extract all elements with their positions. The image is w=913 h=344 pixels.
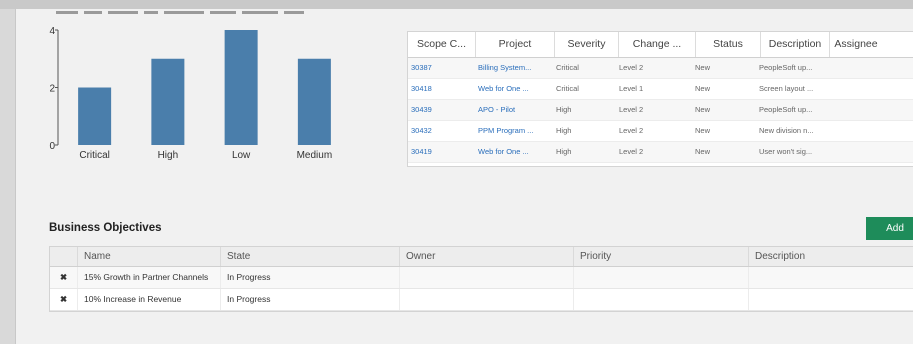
scope-row[interactable]: 30432 PPM Program ... High Level 2 New New di… — [408, 121, 913, 142]
clipped-heading — [56, 9, 326, 16]
severity-bar-chart: 0 2 4 Critical High Low Medium — [49, 27, 333, 161]
bar-high[interactable] — [151, 58, 185, 145]
column-header-description[interactable]: Description — [749, 247, 913, 266]
scope-cell: New division n... — [759, 126, 814, 135]
objective-name: 15% Growth in Partner Channels — [78, 267, 221, 288]
scope-cell-link[interactable]: 30418 — [408, 79, 475, 99]
scope-cell: High — [556, 126, 572, 135]
bar-low[interactable] — [224, 30, 258, 145]
scope-cell-link[interactable]: Billing System... — [475, 58, 553, 78]
scope-cell: High — [556, 105, 572, 114]
business-objectives-table: Name State Owner Priority Description ✖ … — [49, 246, 913, 312]
scope-column-header[interactable]: Description — [761, 32, 830, 57]
delete-icon[interactable]: ✖ — [50, 267, 78, 288]
scope-cell: New — [695, 63, 711, 72]
column-header-name[interactable]: Name — [78, 247, 221, 266]
scope-cell: Level 2 — [619, 147, 644, 156]
scope-cell: Screen layout ... — [759, 84, 814, 93]
bar-critical[interactable] — [78, 87, 112, 146]
scope-change-table: Scope C... Project Severity Change ... Statu… — [407, 31, 913, 167]
objective-priority — [574, 267, 749, 288]
scope-cell — [824, 121, 876, 141]
scope-cell — [824, 58, 876, 78]
scope-cell: Level 1 — [619, 84, 644, 93]
scope-cell: High — [556, 147, 572, 156]
scope-cell — [824, 79, 876, 99]
scope-row[interactable]: 30439 APO - Pilot High Level 2 New PeopleSoft… — [408, 100, 913, 121]
scope-column-header[interactable]: Status — [696, 32, 761, 57]
objective-row[interactable]: ✖ 10% Increase in Revenue In Progress — [50, 289, 913, 311]
scope-cell: Level 2 — [619, 63, 644, 72]
scope-cell-link[interactable]: Web for One ... — [475, 142, 553, 162]
objective-row[interactable]: ✖ 15% Growth in Partner Channels In Prog… — [50, 267, 913, 289]
scope-column-header[interactable]: Severity — [555, 32, 619, 57]
scope-cell: Level 2 — [619, 105, 644, 114]
scope-column-header[interactable]: Change ... — [619, 32, 696, 57]
objective-description — [749, 289, 913, 310]
scope-cell: Level 2 — [619, 126, 644, 135]
x-category-label: High — [158, 150, 179, 161]
objective-state: In Progress — [221, 289, 400, 310]
scope-column-header[interactable]: Assignee — [830, 32, 882, 57]
scope-cell-link[interactable]: 30387 — [408, 58, 475, 78]
column-header-priority[interactable]: Priority — [574, 247, 749, 266]
add-objective-button[interactable]: Add — [866, 217, 913, 240]
scope-row[interactable]: 30387 Billing System... Critical Level 2 New… — [408, 58, 913, 79]
scope-cell: PeopleSoft up... — [759, 63, 813, 72]
y-tick-label: 4 — [49, 27, 55, 37]
objective-owner — [400, 267, 574, 288]
scope-cell: Critical — [556, 84, 579, 93]
y-tick-label: 0 — [49, 141, 55, 152]
scope-row-partial — [408, 163, 913, 166]
scope-cell: User won't sig... — [759, 147, 813, 156]
x-category-label: Critical — [79, 150, 110, 161]
scope-column-header[interactable]: Scope C... — [408, 32, 476, 57]
scope-cell: New — [695, 126, 711, 135]
main-panel: 0 2 4 Critical High Low Medium Scope C... Proje… — [16, 9, 913, 344]
scope-cell-link[interactable]: Web for One ... — [475, 79, 553, 99]
scope-cell-link[interactable]: 30439 — [408, 100, 475, 120]
x-category-label: Medium — [297, 150, 333, 161]
scope-row[interactable]: 30418 Web for One ... Critical Level 1 New Sc… — [408, 79, 913, 100]
column-header-state[interactable]: State — [221, 247, 400, 266]
scope-cell: New — [695, 84, 711, 93]
objective-owner — [400, 289, 574, 310]
objective-state: In Progress — [221, 267, 400, 288]
scope-cell-link[interactable]: PPM Program ... — [475, 121, 553, 141]
scope-table-body: 30387 Billing System... Critical Level 2 New… — [408, 58, 913, 166]
business-objectives-title: Business Objectives — [49, 222, 162, 234]
delete-column-header — [50, 247, 78, 266]
scope-cell: Critical — [556, 63, 579, 72]
objective-priority — [574, 289, 749, 310]
scope-cell-link[interactable]: 30432 — [408, 121, 475, 141]
scope-cell: New — [695, 147, 711, 156]
y-tick-label: 2 — [49, 84, 55, 95]
scope-cell — [824, 100, 876, 120]
scope-table-header: Scope C... Project Severity Change ... Statu… — [408, 32, 913, 58]
scope-row[interactable]: 30419 Web for One ... High Level 2 New User w… — [408, 142, 913, 163]
scope-cell: New — [695, 105, 711, 114]
objective-description — [749, 267, 913, 288]
objective-name: 10% Increase in Revenue — [78, 289, 221, 310]
scope-column-header[interactable]: Project — [476, 32, 555, 57]
scope-cell-link[interactable]: APO - Pilot — [475, 100, 553, 120]
scope-cell: PeopleSoft up... — [759, 105, 813, 114]
left-rail — [0, 9, 16, 344]
delete-icon[interactable]: ✖ — [50, 289, 78, 310]
column-header-owner[interactable]: Owner — [400, 247, 574, 266]
bar-medium[interactable] — [297, 58, 331, 145]
objectives-table-header: Name State Owner Priority Description — [50, 247, 913, 267]
scope-cell — [824, 142, 876, 162]
top-bar — [0, 0, 913, 9]
x-category-label: Low — [232, 150, 251, 161]
scope-cell-link[interactable]: 30419 — [408, 142, 475, 162]
